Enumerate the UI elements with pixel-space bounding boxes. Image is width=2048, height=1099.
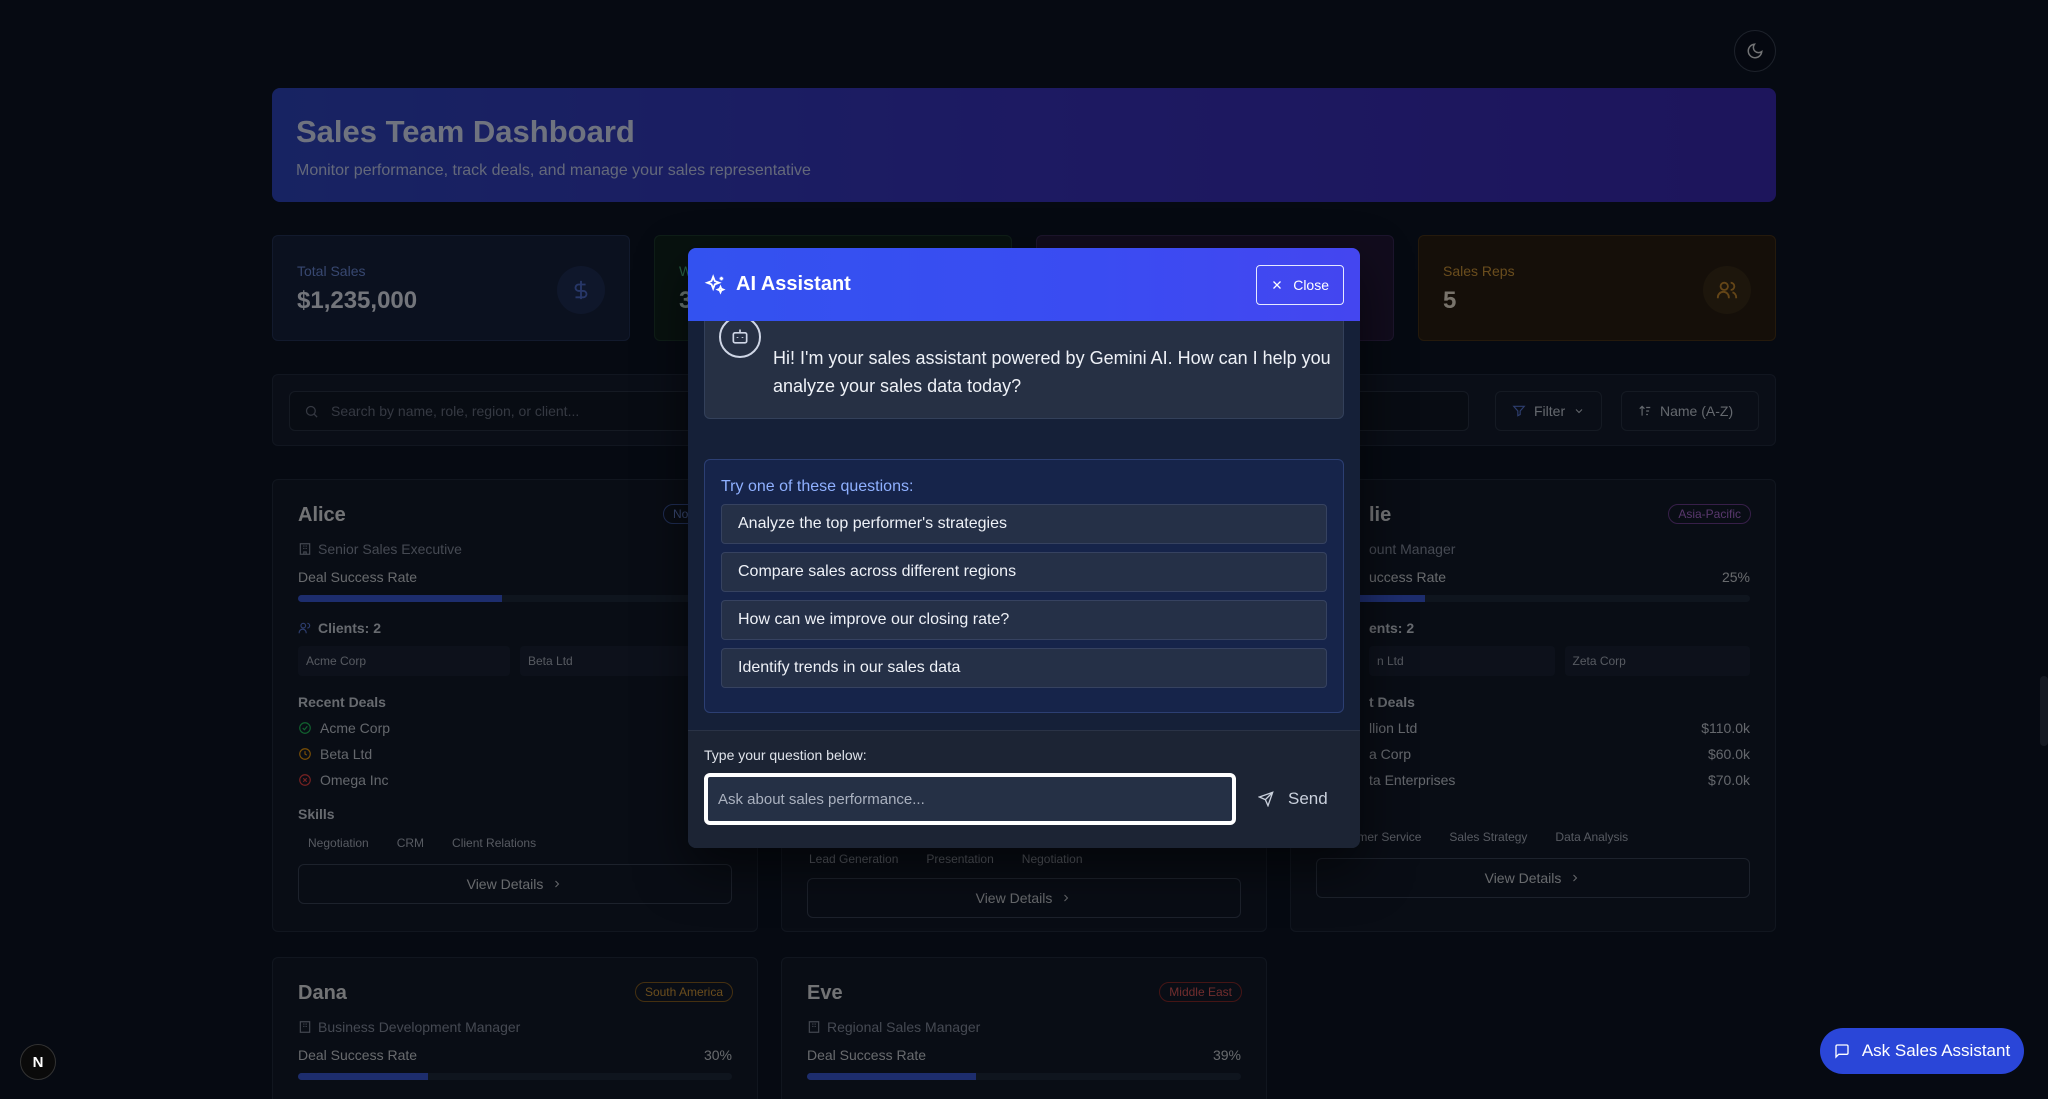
modal-header: AI Assistant Close — [688, 248, 1360, 321]
modal-title: AI Assistant — [736, 273, 851, 295]
assistant-message: Hi! I'm your sales assistant powered by … — [704, 321, 1344, 419]
suggested-questions: Try one of these questions: Analyze the … — [704, 459, 1344, 713]
close-label: Close — [1293, 276, 1329, 293]
chat-icon — [1835, 1044, 1849, 1059]
suggested-question[interactable]: Compare sales across different regions — [721, 552, 1327, 592]
chat-input-area: Type your question below: Send — [688, 730, 1360, 848]
suggested-question[interactable]: Identify trends in our sales data — [721, 648, 1327, 688]
bot-icon — [719, 321, 761, 358]
ai-assistant-modal: AI Assistant Close Hi! I'm your sales as… — [688, 248, 1360, 848]
ask-sales-assistant-label: Ask Sales Assistant — [1861, 1041, 2011, 1060]
send-button[interactable]: Send — [1258, 789, 1328, 809]
framework-logo-icon[interactable]: N — [20, 1044, 56, 1080]
close-icon — [1273, 280, 1282, 289]
sparkles-icon — [704, 273, 726, 295]
assistant-message-text: Hi! I'm your sales assistant powered by … — [773, 348, 1331, 396]
close-button[interactable]: Close — [1256, 264, 1344, 305]
ask-sales-assistant-button[interactable]: Ask Sales Assistant — [1820, 1028, 2024, 1074]
question-input[interactable] — [704, 773, 1236, 825]
suggested-question[interactable]: How can we improve our closing rate? — [721, 600, 1327, 640]
input-row: Send — [704, 773, 1344, 825]
input-label: Type your question below: — [704, 747, 867, 763]
send-label: Send — [1288, 789, 1328, 808]
chat-messages[interactable]: Hi! I'm your sales assistant powered by … — [688, 321, 1360, 730]
suggested-question[interactable]: Analyze the top performer's strategies — [721, 504, 1327, 544]
suggestions-heading: Try one of these questions: — [721, 478, 914, 495]
send-icon — [1258, 791, 1274, 807]
